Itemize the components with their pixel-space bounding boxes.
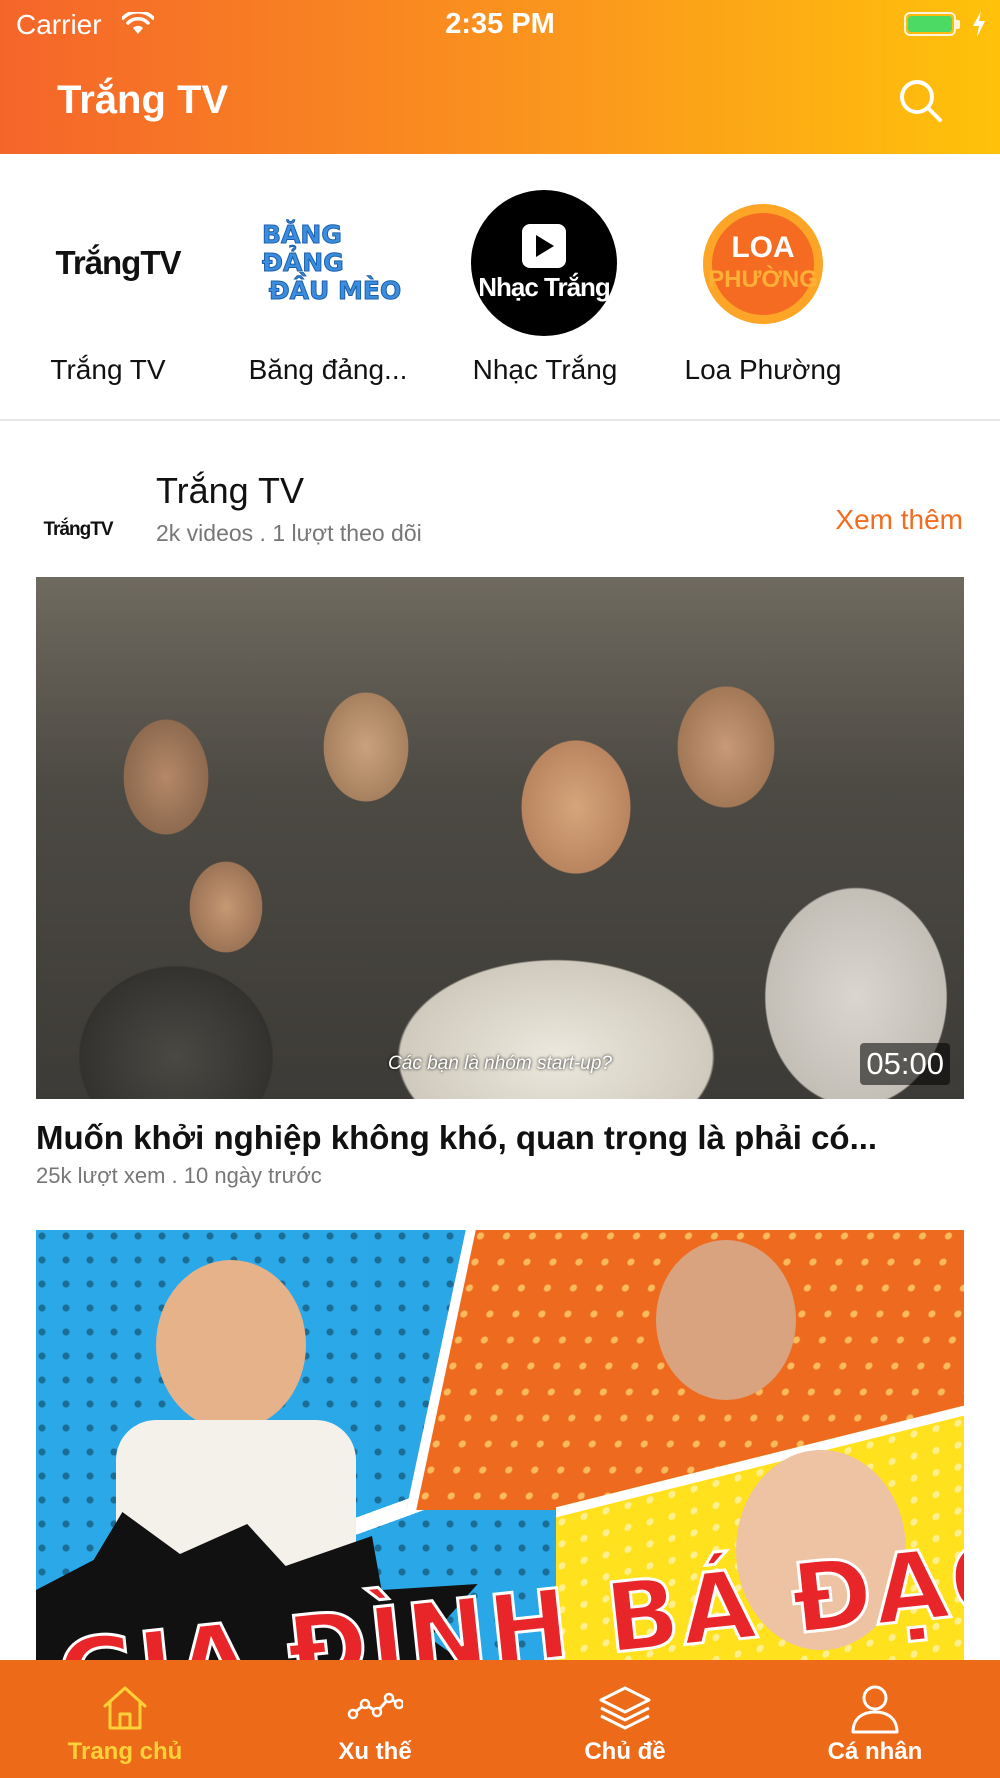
channel-list: TrắngTV Trắng TV BĂNG ĐẢNG ĐẦU MÈO Băng … [0,154,1000,421]
trend-icon [347,1692,403,1720]
battery-icon [904,12,960,36]
channel-logo-text: Nhạc Trắng [478,271,611,302]
channel-name: Trắng TV [50,354,166,385]
video-thumbnail[interactable]: Các bạn là nhóm start-up? 05:00 [36,577,964,1099]
channel-logo-trang-tv: TrắngTV [55,244,181,281]
video-card[interactable]: GIA ĐÌNH BÁ ĐẠO [36,1230,964,1660]
see-more-link[interactable]: Xem thêm [835,504,963,536]
tab-home[interactable]: Trang chủ [0,1660,250,1778]
video-card[interactable]: Các bạn là nhóm start-up? 05:00 Muốn khở… [36,577,964,1197]
channel-name: Nhạc Trắng [472,354,618,385]
channel-name: Loa Phường [684,354,842,385]
home-icon [103,1686,147,1730]
search-icon [900,80,942,122]
channel-logo-nhac-trang: Nhạc Trắng [471,190,617,336]
channel-logo-line: LOA [731,231,795,264]
user-icon [851,1685,899,1734]
bottom-tab-bar: Trang chủ Xu thế Chủ đề Cá nhân [0,1660,1000,1778]
tab-trend[interactable]: Xu thế [250,1660,500,1778]
section-meta: 2k videos . 1 lượt theo dõi [156,520,422,546]
status-bar: Carrier 2:35 PM [0,0,1000,50]
channel-logo-line: ĐẦU MÈO [268,276,402,305]
play-icon [522,223,566,268]
channel-logo-line: BĂNG ĐẢNG [262,220,345,277]
channel-logo-bang-dang: BĂNG ĐẢNG ĐẦU MÈO [262,190,408,336]
app-title: Trắng TV [57,78,229,122]
video-thumbnail[interactable]: GIA ĐÌNH BÁ ĐẠO [36,1230,964,1660]
tab-label: Chủ đề [584,1738,666,1765]
channel-item-loa-phuong[interactable]: LOA PHƯỜNG Loa Phường [643,154,842,419]
video-meta: 25k lượt xem . 10 ngày trước [36,1163,322,1188]
section-title[interactable]: Trắng TV [156,470,304,512]
layers-icon [599,1686,651,1730]
channel-name: Băng đảng... [248,354,408,385]
video-subtitle: Các bạn là nhóm start-up? [388,1053,612,1074]
tab-topics[interactable]: Chủ đề [500,1660,750,1778]
channel-item-trang-tv[interactable]: TrắngTV Trắng TV [0,154,190,419]
channel-section-header: TrắngTV Trắng TV 2k videos . 1 lượt theo… [0,420,1000,570]
channel-item-bang-dang[interactable]: BĂNG ĐẢNG ĐẦU MÈO Băng đảng... [217,154,408,419]
tab-profile[interactable]: Cá nhân [750,1660,1000,1778]
charging-icon [973,11,985,37]
tab-label: Trang chủ [67,1738,183,1765]
status-time: 2:35 PM [445,8,555,40]
video-title[interactable]: Muốn khởi nghiệp không khó, quan trọng l… [36,1119,964,1157]
channel-logo-line: PHƯỜNG [708,266,818,293]
tab-label: Xu thế [338,1738,412,1765]
person-face [156,1260,306,1430]
person-face [656,1240,796,1400]
channel-logo-loa-phuong: LOA PHƯỜNG [703,204,823,324]
search-button[interactable] [896,76,946,126]
app-header: Carrier 2:35 PM Trắng TV [0,0,1000,154]
channel-avatar[interactable]: TrắngTV [36,498,120,562]
tab-label: Cá nhân [827,1738,923,1765]
channel-item-nhac-trang[interactable]: Nhạc Trắng Nhạc Trắng [427,154,617,419]
video-duration: 05:00 [860,1043,950,1085]
